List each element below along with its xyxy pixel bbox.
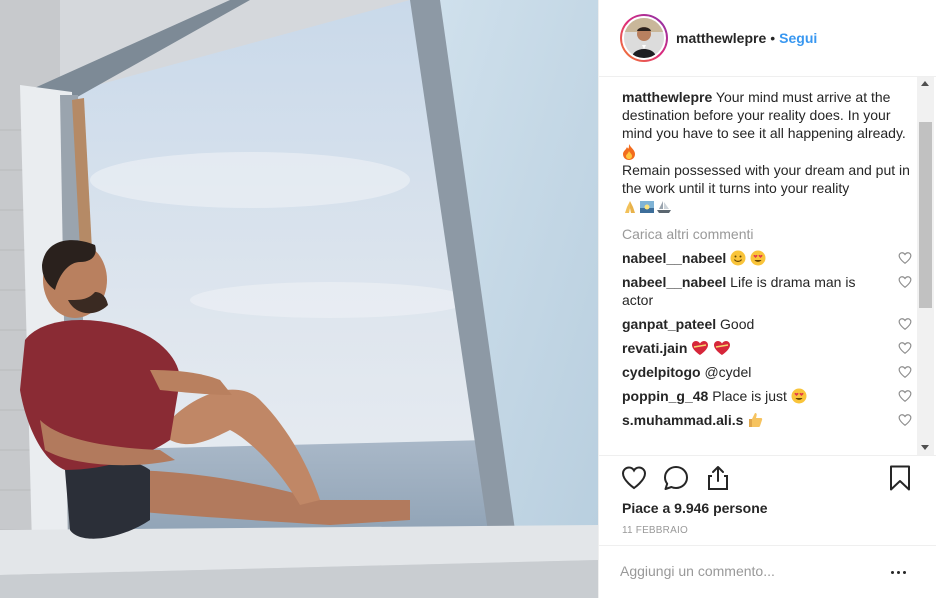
scrollbar-thumb[interactable] [919,122,932,308]
folded-hands-icon [625,200,635,213]
comment-row: nabeel__nabeel [622,249,912,267]
post-header: matthewlepre • Segui [598,0,936,77]
heart-with-ribbon-icon [692,341,709,355]
boat-icon [657,200,671,213]
avatar-image [624,18,664,58]
like-comment-heart-icon[interactable] [898,341,912,355]
photo-illustration [0,0,598,598]
dot [902,570,906,574]
avatar-story-ring[interactable] [620,14,668,62]
comment-username[interactable]: cydelpitogo [622,364,701,380]
sunrise-picture-icon [640,200,654,213]
like-comment-heart-icon[interactable] [898,413,912,427]
like-comment-heart-icon[interactable] [898,317,912,331]
comment-username[interactable]: ganpat_pateel [622,316,716,332]
post-caption: matthewlepre Your mind must arrive at th… [622,88,912,216]
heart-eyes-icon [791,388,807,404]
load-more-comments[interactable]: Carica altri commenti [622,225,912,243]
comment-text: Good [720,316,755,332]
add-comment-bar [598,545,936,598]
like-heart-icon[interactable] [620,464,648,492]
post-photo[interactable] [0,0,598,598]
action-icons [620,464,732,494]
comment-bubble-icon[interactable] [662,464,690,492]
comment-row: ganpat_pateel Good [622,315,912,333]
caption-text-2: Remain possessed with your dream and put… [622,162,910,196]
like-comment-heart-icon[interactable] [898,365,912,379]
like-comment-heart-icon[interactable] [898,251,912,265]
comments-list[interactable]: matthewlepre Your mind must arrive at th… [622,88,912,450]
avatar[interactable] [622,16,666,60]
comment-row: s.muhammad.ali.s [622,411,912,429]
post-actions: Piace a 9.946 persone 11 FEBBRAIO [598,455,936,536]
comment-text: @cydel [704,364,752,380]
likes-count[interactable]: Piace a 9.946 persone [622,500,768,516]
post-date[interactable]: 11 FEBBRAIO [622,525,688,536]
heart-with-ribbon-icon [714,341,731,355]
follow-button[interactable]: Segui [779,30,817,46]
thumbs-up-icon [749,413,763,427]
comment-row: nabeel__nabeel Life is drama man is acto… [622,273,912,309]
comment-text: Place is just [712,388,787,404]
share-icon[interactable] [704,464,732,492]
scroll-up-arrow-icon[interactable] [921,81,929,86]
caption-emoji-fire [622,142,912,161]
comment-username[interactable]: revati.jain [622,340,687,356]
fire-icon [623,143,635,160]
like-comment-heart-icon[interactable] [898,389,912,403]
comment-row: poppin_g_48 Place is just [622,387,912,405]
dot [896,570,900,574]
bookmark-icon[interactable] [886,464,914,492]
header-username[interactable]: matthewlepre [676,30,766,46]
header-separator: • [770,30,776,46]
comment-username[interactable]: s.muhammad.ali.s [622,412,743,428]
dot [890,570,894,574]
scroll-down-arrow-icon[interactable] [921,445,929,450]
comment-row: revati.jain [622,339,912,357]
heart-eyes-icon [750,250,766,266]
comment-username[interactable]: nabeel__nabeel [622,250,726,266]
more-options-icon[interactable] [888,562,908,582]
comment-row: cydelpitogo @cydel [622,363,912,381]
comment-username[interactable]: nabeel__nabeel [622,274,726,290]
like-comment-heart-icon[interactable] [898,275,912,289]
smiling-face-icon [730,250,746,266]
comment-input[interactable] [620,559,870,583]
caption-emoji-row [622,197,912,216]
comment-username[interactable]: poppin_g_48 [622,388,708,404]
comments-scrollbar[interactable] [917,77,934,455]
caption-username[interactable]: matthewlepre [622,89,712,105]
